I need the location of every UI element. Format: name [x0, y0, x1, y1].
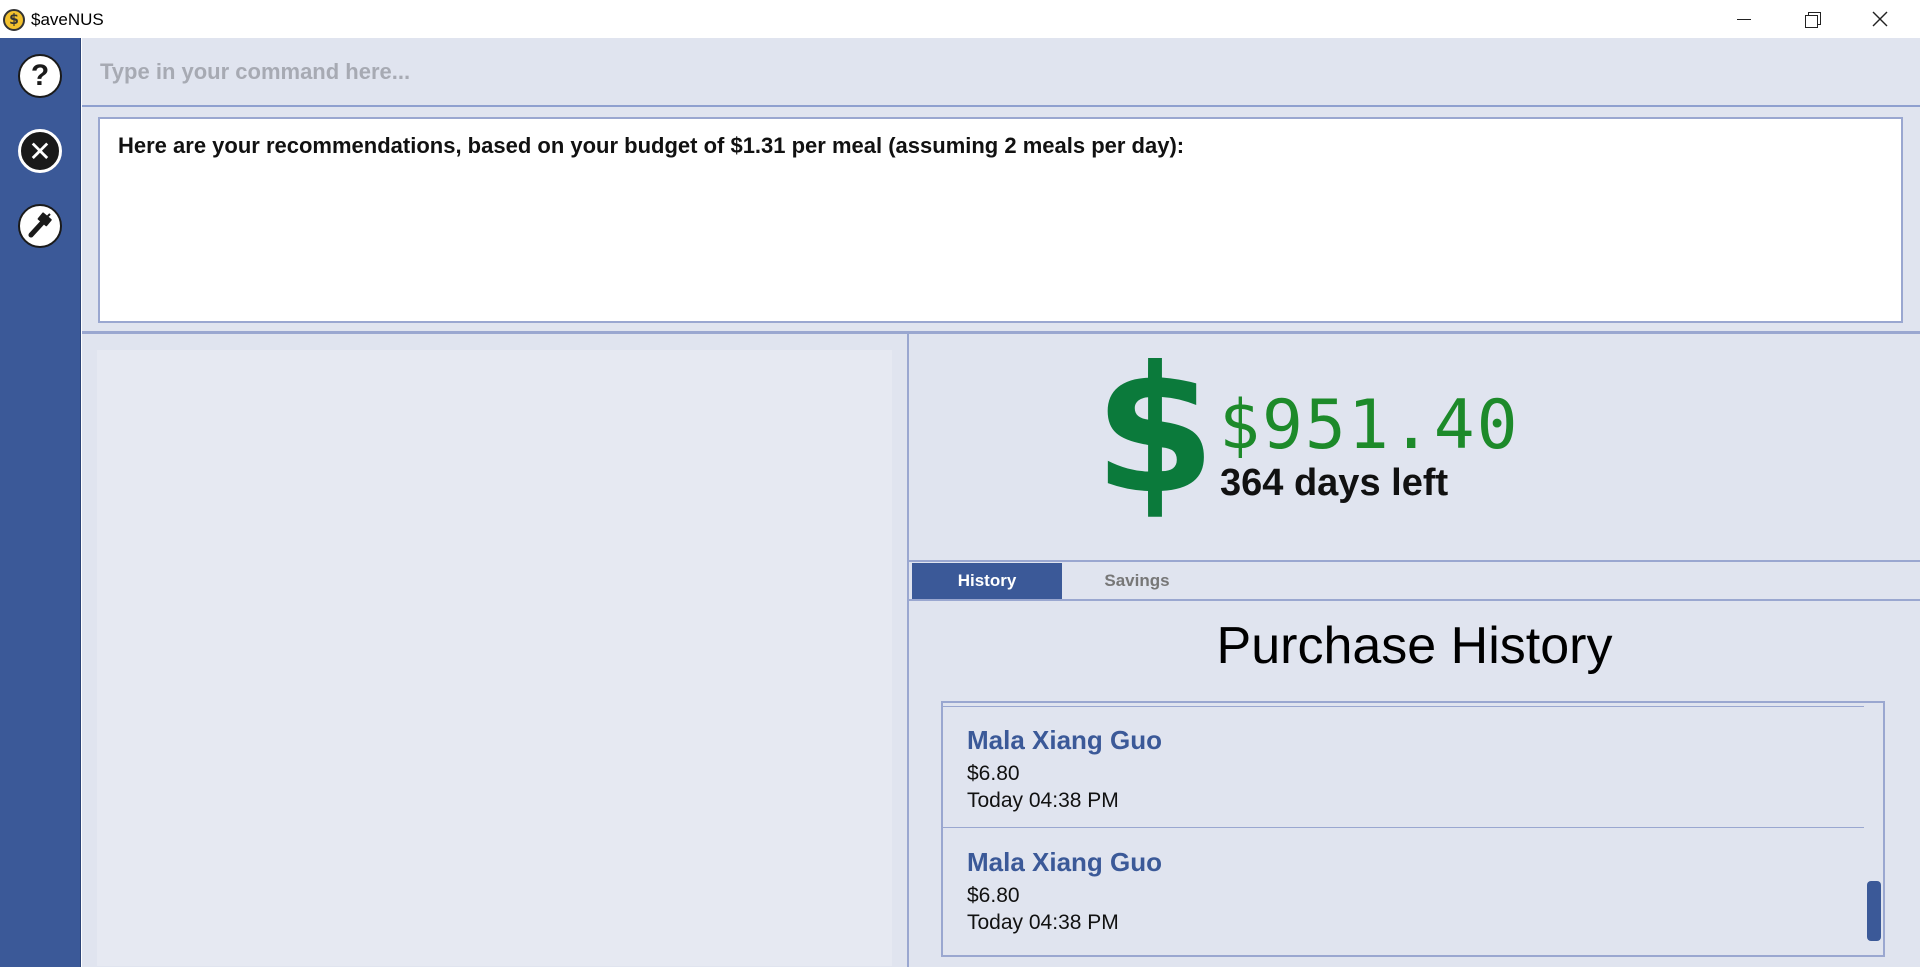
window-title: $aveNUS: [31, 10, 104, 29]
minimize-button[interactable]: [1710, 0, 1778, 38]
list-item[interactable]: Mala Xiang Guo $6.80 Today 04:38 PM: [967, 725, 1847, 835]
list-separator: [943, 827, 1864, 828]
command-bar: [82, 38, 1920, 107]
close-icon: [1872, 11, 1888, 27]
paint-brush-icon: [28, 212, 52, 238]
close-circle-icon: ✕: [28, 134, 52, 168]
purchase-history-list[interactable]: Mala Xiang Guo $6.80 Today 04:38 PM Mala…: [941, 701, 1885, 957]
minimize-icon: [1737, 18, 1751, 20]
title-bar: $ $aveNUS: [0, 0, 1920, 38]
list-separator: [943, 706, 1864, 707]
result-display: Here are your recommendations, based on …: [98, 117, 1903, 323]
item-name: Mala Xiang Guo: [967, 847, 1163, 877]
question-icon: ?: [30, 59, 50, 92]
item-name: Mala Xiang Guo: [967, 725, 1163, 755]
tab-history[interactable]: History: [912, 563, 1062, 599]
item-time: Today 04:38 PM: [967, 911, 1119, 934]
theme-button[interactable]: [18, 204, 62, 248]
exit-button[interactable]: ✕: [18, 129, 62, 173]
item-time: Today 04:38 PM: [967, 789, 1119, 812]
sidebar: ? ✕: [0, 38, 81, 967]
scrollbar-thumb[interactable]: [1867, 881, 1881, 941]
item-price: $6.80: [967, 762, 1020, 785]
window-close-button[interactable]: [1846, 0, 1914, 38]
command-input[interactable]: [100, 52, 1880, 92]
restore-icon: [1805, 12, 1821, 28]
tab-bar-border: [909, 560, 1920, 562]
help-button[interactable]: ?: [18, 54, 62, 98]
budget-amount: $951.40: [1219, 386, 1520, 465]
budget-display: $ $951.40 364 days left: [909, 334, 1920, 558]
tab-bar-border: [909, 599, 1920, 601]
result-text: Here are your recommendations, based on …: [118, 133, 1185, 158]
item-price: $6.80: [967, 884, 1020, 907]
app-logo-icon: $: [3, 9, 25, 31]
recommendation-list-panel: [97, 350, 892, 966]
maximize-button[interactable]: [1778, 0, 1846, 38]
list-item[interactable]: Mala Xiang Guo $6.80 Today 04:38 PM: [967, 847, 1847, 955]
panel-title: Purchase History: [1216, 617, 1613, 675]
days-left: 364 days left: [1220, 462, 1449, 504]
tab-savings[interactable]: Savings: [1062, 563, 1212, 599]
dollar-icon: $: [1094, 330, 1216, 533]
